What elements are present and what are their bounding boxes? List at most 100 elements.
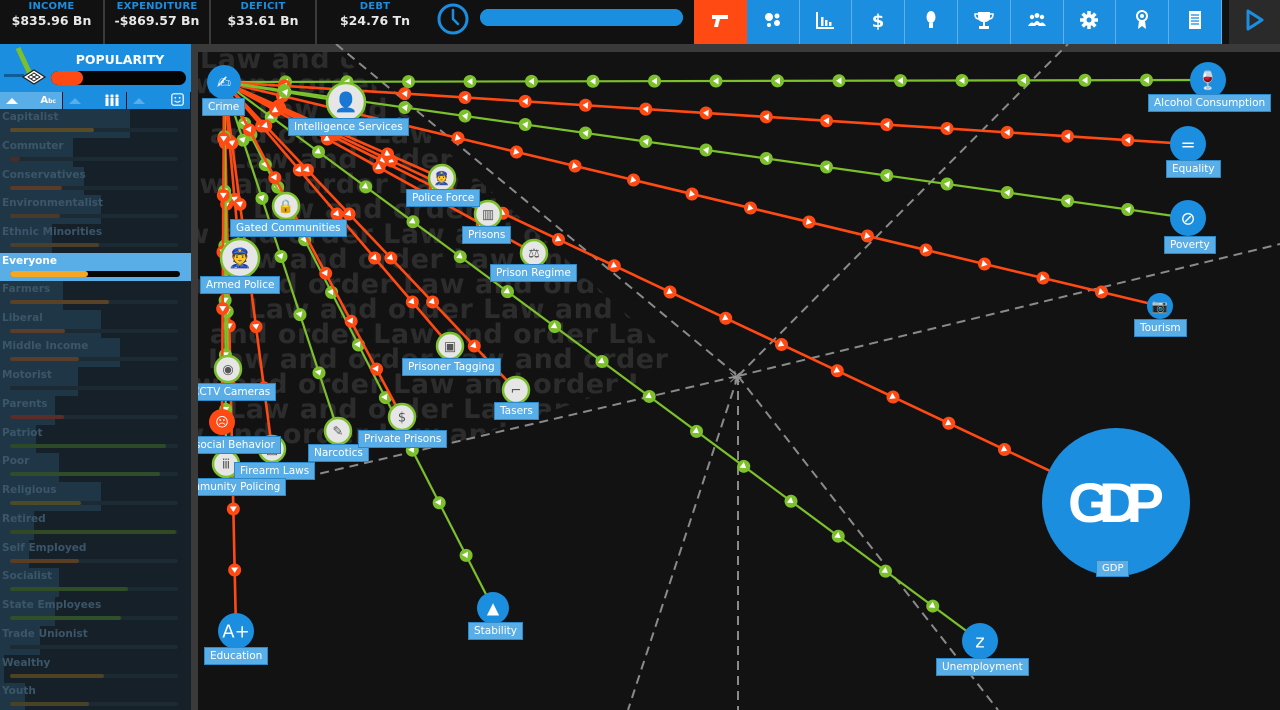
node-label-stability[interactable]: Stability [468,622,523,640]
node-label-tasers[interactable]: Tasers [494,402,539,420]
popularity-bar-track [10,587,178,592]
sort-by-happiness-button[interactable] [126,92,190,109]
popularity-bar-fill [10,414,64,419]
popularity-bar-fill [10,128,94,132]
award-ribbon-icon [1131,9,1153,35]
popularity-bar-fill [10,501,81,505]
debt-value: $24.76 Tn [339,13,410,28]
money-prison-icon-glyph: $ [398,411,406,426]
armed-officer-icon-glyph: 👮 [228,247,252,270]
voter-group-name: Patriot [2,426,43,439]
link-equality-to-crime[interactable] [223,79,1189,147]
popularity-bar-fill [10,299,110,304]
tab-achievements[interactable] [957,0,1011,44]
debt-label: DEBT [359,1,391,12]
node-label-gdp[interactable]: GDP [1096,560,1130,577]
node-label-community[interactable]: Community Policing [198,478,287,496]
sort-by-name-button[interactable]: Abc [0,92,62,109]
popularity-header: POPULARITY [0,44,191,92]
voter-group-everyone[interactable]: Everyone [0,252,191,281]
voter-group-conservatives[interactable]: Conservatives [0,166,191,196]
game-screen: INCOME $835.96 Bn EXPENDITURE -$869.57 B… [0,0,1280,710]
link-crime-to-unemployment[interactable] [223,81,981,642]
popularity-bar-fill [10,270,89,277]
sidebar-scrollbar[interactable] [191,44,198,710]
deficit-label: DEFICIT [240,1,286,12]
voter-group-religious[interactable]: Religious [0,482,191,511]
voter-group-self-employed[interactable]: Self Employed [0,539,191,569]
tab-economy[interactable] [799,0,853,44]
sort-by-membership-button[interactable] [62,92,126,109]
voter-group-ethnic-minorities[interactable]: Ethnic Minorities [0,224,191,253]
node-label-antisocial[interactable]: Antisocial Behavior [198,436,281,454]
voter-group-retired[interactable]: Retired [0,510,191,540]
voter-group-socialist[interactable]: Socialist [0,568,191,597]
node-label-alcohol[interactable]: Alcohol Consumption [1148,94,1272,112]
voter-group-farmers[interactable]: Farmers [0,280,191,310]
popularity-bar-fill [10,587,128,592]
deficit-stat[interactable]: DEFICIT $33.61 Bn [211,0,317,44]
node-label-equality[interactable]: Equality [1166,160,1221,178]
voter-group-middle-income[interactable]: Middle Income [0,338,191,367]
voter-group-youth[interactable]: Youth [0,683,191,710]
link-alcohol-to-crime[interactable] [223,73,1209,89]
tab-law-and-order[interactable] [694,0,747,44]
voter-group-motorist[interactable]: Motorist [0,367,191,396]
popularity-bar-track [10,529,178,534]
voter-group-poor[interactable]: Poor [0,453,191,482]
sort-ascending-icon [133,97,145,104]
node-label-education[interactable]: Education [204,647,269,665]
tab-tax[interactable]: $ [852,0,906,44]
policy-map: Law and order Law and order Law and orde… [198,44,1280,710]
node-label-gated[interactable]: Gated Communities [230,219,347,237]
play-icon [1244,8,1266,36]
voter-group-name: Conservatives [2,168,86,181]
node-label-prisons[interactable]: Prisons [462,226,512,244]
node-label-poverty[interactable]: Poverty [1164,236,1216,254]
voter-group-wealthy[interactable]: Wealthy [0,654,191,684]
voter-group-patriot[interactable]: Patriot [0,424,191,454]
popularity-bar-fill [10,185,63,190]
node-label-unemployment[interactable]: Unemployment [936,658,1029,676]
popularity-bar-track [10,472,178,477]
tab-voters[interactable] [1010,0,1064,44]
popularity-bar-fill [10,529,177,534]
voter-group-commuter[interactable]: Commuter [0,137,191,167]
ankle-tag-icon-glyph: ▣ [444,340,456,355]
tab-public-services[interactable] [746,0,800,44]
voter-group-environmentalist[interactable]: Environmentalist [0,195,191,224]
node-label-tagging[interactable]: Prisoner Tagging [402,358,501,376]
sort-ascending-icon [6,97,18,104]
voter-group-name: Youth [2,685,36,698]
gear-icon [1078,9,1100,35]
tab-settings[interactable] [1063,0,1117,44]
voter-group-name: Trade Unionist [2,627,88,640]
voter-group-trade-unionist[interactable]: Trade Unionist [0,625,191,655]
spy-icon-glyph: 👤 [334,91,358,114]
next-turn-button[interactable] [1229,0,1280,44]
tab-ideas[interactable] [905,0,958,44]
voter-group-liberal[interactable]: Liberal [0,309,191,339]
node-label-tourism[interactable]: Tourism [1134,319,1187,337]
crime-fingerprint-icon-glyph: ✍ [217,73,231,93]
node-label-police[interactable]: Police Force [406,189,481,207]
voter-group-state-employees[interactable]: State Employees [0,597,191,626]
node-label-intel[interactable]: Intelligence Services [288,118,409,136]
node-label-private[interactable]: Private Prisons [358,430,448,448]
node-label-armed[interactable]: Armed Police [200,276,281,294]
report-card-icon-glyph: A+ [222,621,249,642]
income-stat[interactable]: INCOME $835.96 Bn [0,0,105,44]
voter-group-capitalist[interactable]: Capitalist [0,109,191,138]
voter-group-parents[interactable]: Parents [0,395,191,425]
node-label-regime[interactable]: Prison Regime [490,264,577,282]
expenditure-stat[interactable]: EXPENDITURE -$869.57 Bn [105,0,211,44]
popularity-bar-fill [10,243,100,247]
tab-report[interactable] [1169,0,1222,44]
node-label-cctv[interactable]: CCTV Cameras [198,383,277,401]
popularity-title: POPULARITY [75,52,165,67]
node-label-crime[interactable]: Crime [202,98,246,116]
popularity-bar-fill [10,616,121,620]
debt-stat[interactable]: DEBT $24.76 Tn [317,0,433,44]
prison-door-icon-glyph: ▥ [482,208,494,223]
tab-ribbon[interactable] [1116,0,1170,44]
